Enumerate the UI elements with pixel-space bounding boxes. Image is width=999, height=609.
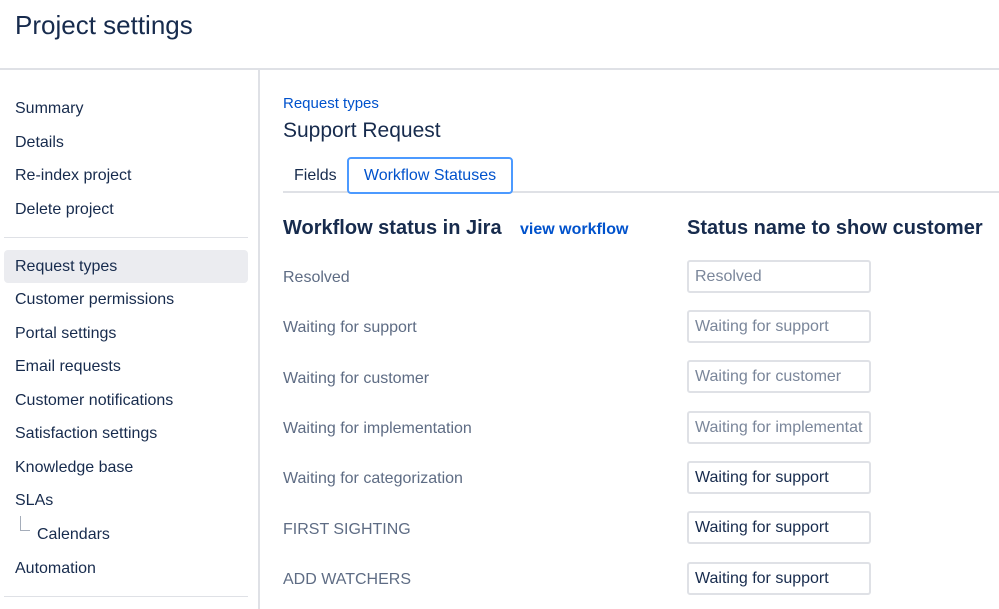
- sidebar-item-knowledge-base[interactable]: Knowledge base: [4, 451, 248, 484]
- view-workflow-link[interactable]: view workflow: [520, 221, 628, 239]
- customer-status-input[interactable]: [687, 511, 871, 544]
- sidebar-item-details[interactable]: Details: [4, 126, 248, 159]
- sidebar-item-customer-notifications[interactable]: Customer notifications: [4, 384, 248, 417]
- status-row-label: Waiting for support: [283, 319, 417, 336]
- status-row-label: Waiting for categorization: [283, 470, 463, 487]
- breadcrumb[interactable]: Request types: [283, 95, 379, 112]
- customer-status-input[interactable]: [687, 310, 871, 343]
- sidebar-item-request-types[interactable]: Request types: [4, 250, 248, 283]
- sidebar-item-delete-project[interactable]: Delete project: [4, 193, 248, 226]
- request-type-title: Support Request: [283, 119, 441, 142]
- page-title: Project settings: [15, 10, 193, 40]
- sidebar-item-reindex-project[interactable]: Re-index project: [4, 159, 248, 192]
- tab-workflow-statuses[interactable]: Workflow Statuses: [347, 157, 513, 194]
- status-row-label: Waiting for customer: [283, 370, 430, 387]
- status-row-label: ADD WATCHERS: [283, 571, 411, 588]
- sidebar: Summary Details Re-index project Delete …: [0, 70, 260, 609]
- sidebar-item-summary[interactable]: Summary: [4, 92, 248, 125]
- customer-status-input[interactable]: [687, 461, 871, 494]
- sidebar-item-satisfaction-settings[interactable]: Satisfaction settings: [4, 417, 248, 450]
- sidebar-item-email-requests[interactable]: Email requests: [4, 350, 248, 383]
- sidebar-divider: [4, 237, 248, 238]
- customer-status-input[interactable]: [687, 360, 871, 393]
- sidebar-item-customer-permissions[interactable]: Customer permissions: [4, 283, 248, 316]
- sidebar-item-calendars[interactable]: Calendars: [4, 518, 248, 551]
- customer-status-input[interactable]: [687, 562, 871, 595]
- tab-fields[interactable]: Fields: [294, 157, 337, 194]
- column-header-customer-status: Status name to show customer: [687, 217, 983, 239]
- main-content: Request types Support Request Fields Wor…: [262, 70, 999, 609]
- column-header-workflow-status: Workflow status in Jira: [283, 217, 502, 239]
- customer-status-input[interactable]: [687, 260, 871, 293]
- customer-status-input[interactable]: [687, 411, 871, 444]
- sidebar-item-portal-settings[interactable]: Portal settings: [4, 317, 248, 350]
- status-row-label: Waiting for implementation: [283, 420, 472, 437]
- sidebar-item-automation[interactable]: Automation: [4, 552, 248, 585]
- status-row-label: Resolved: [283, 269, 350, 286]
- sidebar-item-slas[interactable]: SLAs: [4, 484, 248, 517]
- sidebar-divider-bottom: [4, 596, 248, 597]
- status-row-label: FIRST SIGHTING: [283, 521, 411, 538]
